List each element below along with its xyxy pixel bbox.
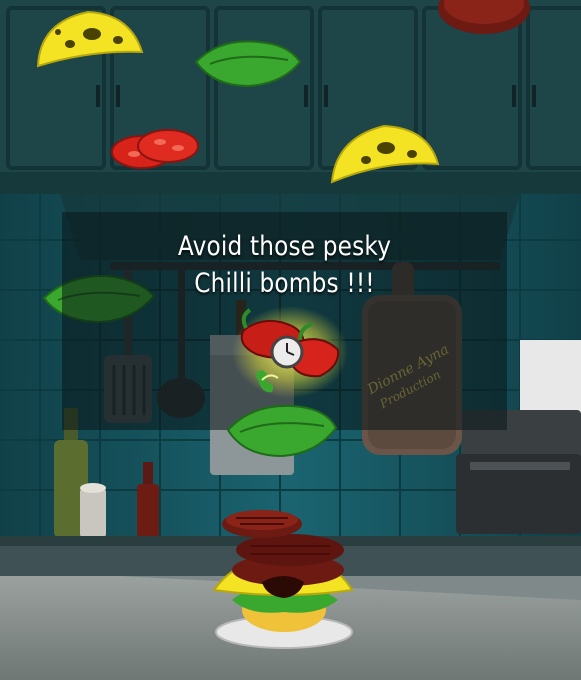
tip-line-1: Avoid those pesky [177,231,392,262]
burger-stack[interactable] [212,510,354,649]
game-stage[interactable]: Dionne Ayna Production [0,0,581,680]
chilli-bomb-clock-icon[interactable] [232,306,348,398]
tip-line-2: Chilli bombs !!! [194,268,375,299]
overlay-layer [212,306,354,649]
falling-lettuce-3[interactable] [226,404,338,458]
tip-text: Avoid those pesky Chilli bombs !!! [93,228,476,302]
